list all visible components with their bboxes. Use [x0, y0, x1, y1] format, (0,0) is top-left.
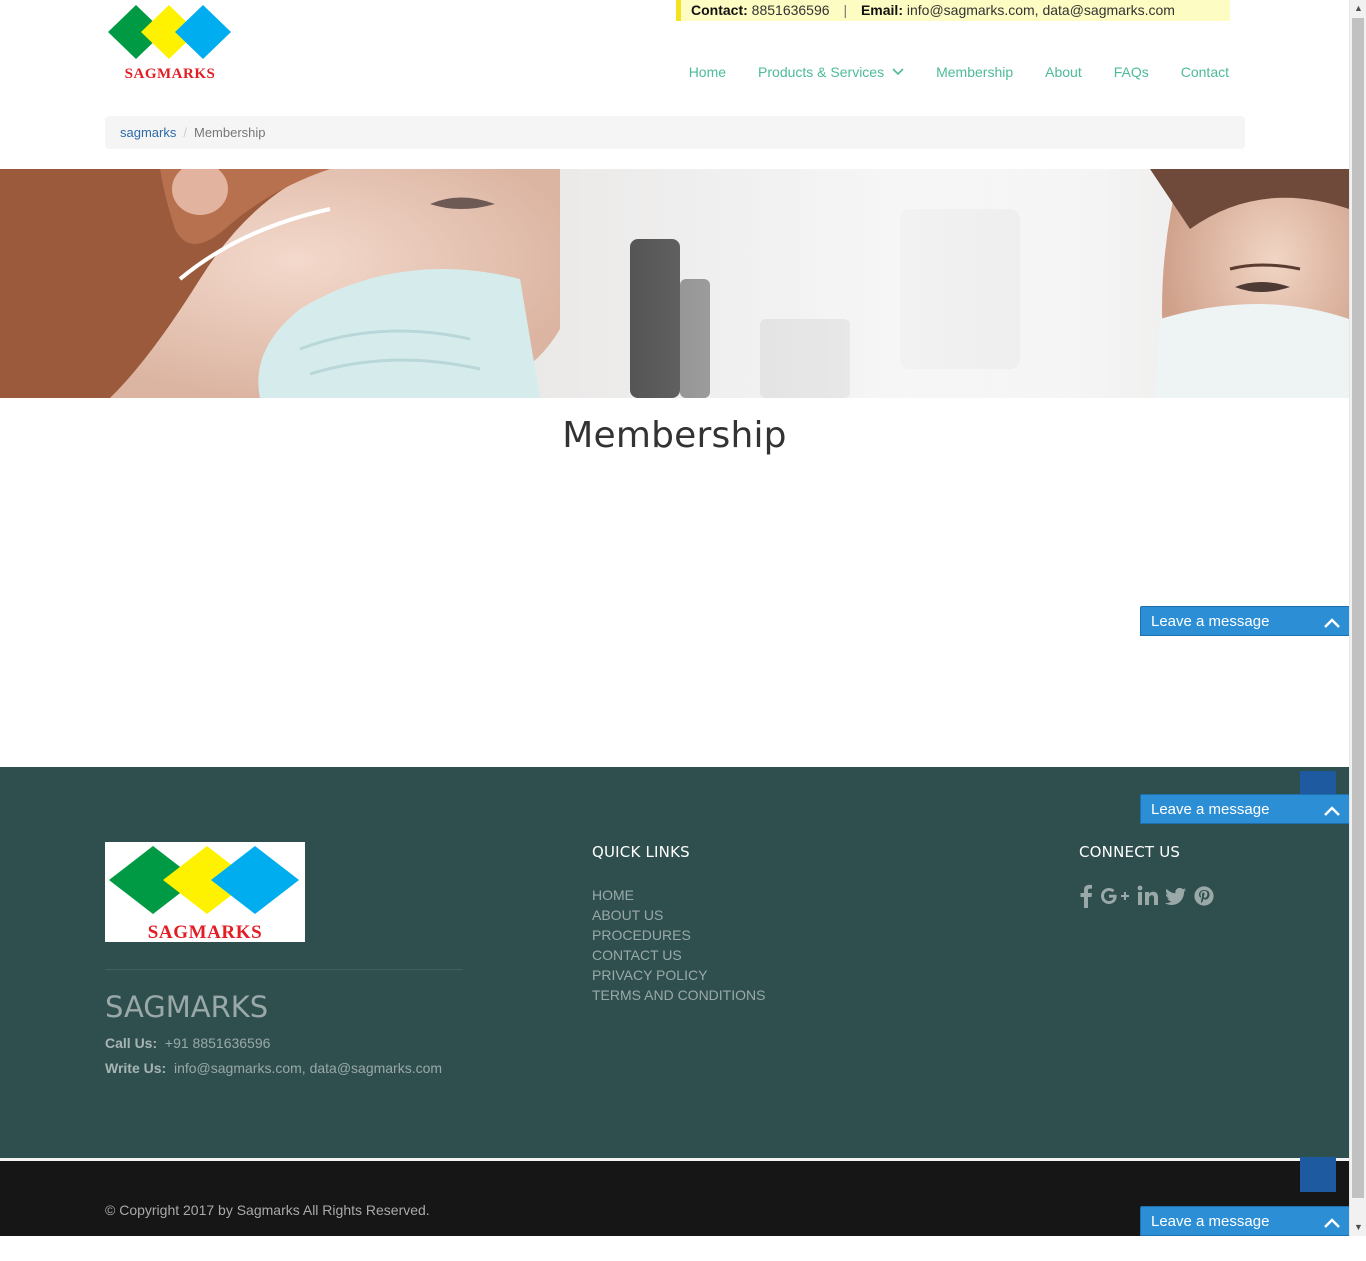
nav-about[interactable]: About: [1045, 63, 1082, 81]
leave-message-label: Leave a message: [1151, 613, 1270, 630]
quick-link-terms[interactable]: TERMS AND CONDITIONS: [592, 985, 765, 1005]
hero-banner-image: [0, 169, 1349, 398]
contact-separator: |: [843, 2, 848, 18]
nav-faqs[interactable]: FAQs: [1114, 63, 1149, 81]
quick-link-contact-us[interactable]: CONTACT US: [592, 945, 765, 965]
nav-products-label: Products & Services: [758, 64, 885, 80]
contact-email[interactable]: info@sagmarks.com, data@sagmarks.com: [907, 2, 1175, 18]
scroll-down-arrow-icon[interactable]: ▼: [1350, 1219, 1366, 1236]
facebook-icon[interactable]: [1079, 884, 1093, 908]
contact-bar: Contact: 8851636596 | Email: info@sagmar…: [676, 0, 1230, 21]
google-plus-icon[interactable]: [1099, 884, 1131, 908]
leave-message-widget[interactable]: Leave a message: [1140, 1206, 1350, 1236]
quick-links-heading: QUICK LINKS: [592, 843, 690, 861]
logo-diamonds-icon: [109, 846, 299, 914]
footer-brand-name: SAGMARKS: [105, 990, 269, 1024]
footer-call-line: Call Us: +91 8851636596: [105, 1035, 270, 1051]
breadcrumb-current: Membership: [193, 125, 266, 140]
nav-home[interactable]: Home: [689, 63, 726, 81]
page-title: Membership: [562, 415, 787, 456]
call-value[interactable]: +91 8851636596: [165, 1035, 271, 1051]
footer-logo[interactable]: SAGMARKS: [105, 842, 305, 942]
twitter-icon[interactable]: [1165, 884, 1187, 908]
breadcrumb-home-link[interactable]: sagmarks: [120, 125, 176, 140]
nav-home-label: Home: [688, 64, 727, 80]
nav-products-services[interactable]: Products & Services: [758, 63, 904, 81]
leave-message-label: Leave a message: [1151, 1213, 1270, 1230]
write-value[interactable]: info@sagmarks.com, data@sagmarks.com: [174, 1060, 442, 1076]
quick-link-privacy-policy[interactable]: PRIVACY POLICY: [592, 965, 765, 985]
quick-link-procedures[interactable]: PROCEDURES: [592, 925, 765, 945]
chevron-up-icon[interactable]: [1323, 795, 1341, 825]
breadcrumb: sagmarks / Membership: [105, 116, 1245, 149]
pinterest-icon[interactable]: [1193, 884, 1215, 908]
nav-contact[interactable]: Contact: [1181, 63, 1229, 81]
footer-write-line: Write Us: info@sagmarks.com, data@sagmar…: [105, 1060, 442, 1076]
linkedin-icon[interactable]: [1137, 884, 1159, 908]
main-nav: Home Products & Services Membership Abou…: [657, 63, 1229, 81]
back-to-top-button[interactable]: [1300, 1157, 1336, 1192]
chevron-up-icon[interactable]: [1323, 607, 1341, 637]
leave-message-widget[interactable]: Leave a message: [1140, 794, 1350, 824]
contact-label: Contact:: [691, 2, 748, 18]
scrollbar-thumb[interactable]: [1352, 18, 1364, 1198]
footer-divider: [105, 969, 463, 970]
footer-logo-text: SAGMARKS: [147, 922, 263, 942]
scroll-up-arrow-icon[interactable]: ▲: [1350, 0, 1366, 17]
contact-phone[interactable]: 8851636596: [752, 2, 830, 18]
chevron-down-icon: [892, 68, 904, 76]
copyright-text: © Copyright 2017 by Sagmarks All Rights …: [105, 1202, 430, 1218]
nav-contact-label: Contact: [1180, 64, 1229, 80]
nav-membership[interactable]: Membership: [936, 63, 1013, 81]
leave-message-widget[interactable]: Leave a message: [1140, 606, 1350, 636]
call-label: Call Us:: [105, 1035, 158, 1051]
nav-membership-label: Membership: [936, 64, 1014, 80]
breadcrumb-divider: /: [183, 125, 187, 140]
logo-diamonds-icon: [108, 5, 231, 59]
quick-links-list: HOME ABOUT US PROCEDURES CONTACT US PRIV…: [592, 885, 765, 1005]
nav-faqs-label: FAQs: [1113, 64, 1149, 80]
logo-text: SAGMARKS: [124, 66, 216, 82]
social-icons: [1079, 884, 1215, 908]
chevron-up-icon[interactable]: [1323, 1207, 1341, 1237]
nav-about-label: About: [1045, 64, 1082, 80]
vertical-scrollbar[interactable]: ▲ ▼: [1349, 0, 1366, 1236]
leave-message-label: Leave a message: [1151, 801, 1270, 818]
quick-link-about-us[interactable]: ABOUT US: [592, 905, 765, 925]
email-label: Email:: [860, 2, 903, 18]
write-label: Write Us:: [105, 1060, 167, 1076]
site-logo[interactable]: SAGMARKS: [105, 2, 235, 84]
connect-us-heading: CONNECT US: [1079, 843, 1181, 861]
quick-link-home[interactable]: HOME: [592, 885, 765, 905]
